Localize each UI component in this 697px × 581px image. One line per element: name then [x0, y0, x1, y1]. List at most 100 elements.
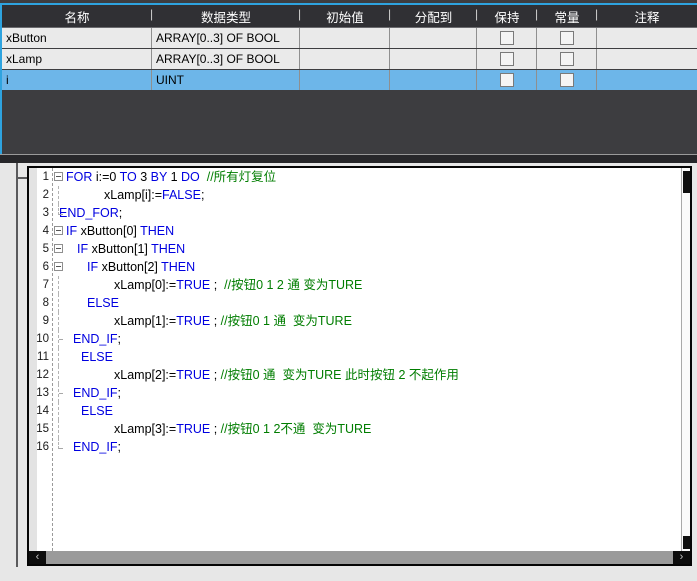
cell-name[interactable]: xLamp	[2, 49, 152, 69]
cell-comment[interactable]	[597, 49, 697, 69]
retain-checkbox[interactable]	[500, 31, 514, 45]
constant-checkbox[interactable]	[560, 52, 574, 66]
retain-checkbox[interactable]	[500, 73, 514, 87]
table-row[interactable]: xLampARRAY[0..3] OF BOOL	[2, 49, 697, 70]
code-text: ELSE	[81, 348, 113, 366]
code-line-content: xLamp[0]:=TRUE ; //按钮0 1 2 通 变为TURE	[52, 276, 681, 294]
column-header[interactable]: | 数据类型	[152, 5, 300, 27]
fold-collapse-icon[interactable]	[54, 262, 63, 271]
cell-retain	[477, 70, 537, 90]
code-line-content: xLamp[2]:=TRUE ; //按钮0 通 变为TURE 此时按钮 2 不…	[52, 366, 681, 384]
code-line[interactable]: 9xLamp[1]:=TRUE ; //按钮0 1 通 变为TURE	[29, 312, 681, 330]
column-separator: |	[150, 7, 153, 21]
keyword-token: TRUE	[176, 368, 210, 382]
code-token: ;	[210, 278, 224, 292]
fold-collapse-icon[interactable]	[54, 226, 63, 235]
column-header[interactable]: |常量	[537, 5, 597, 27]
column-header[interactable]: |保持	[477, 5, 537, 27]
st-code-editor[interactable]: 1FOR i:=0 TO 3 BY 1 DO //所有灯复位2xLamp[i]:…	[27, 166, 692, 566]
fold-collapse-icon[interactable]	[54, 244, 63, 253]
code-line-content: END_IF;	[52, 384, 681, 402]
cell-assigned-to[interactable]	[390, 49, 477, 69]
fold-guide-line	[58, 294, 59, 312]
cell-data-type[interactable]: UINT	[152, 70, 300, 90]
cell-constant	[537, 70, 597, 90]
scroll-left-button[interactable]: ‹	[29, 551, 46, 564]
fold-guide-line	[58, 402, 59, 420]
horizontal-scrollbar-track[interactable]	[46, 551, 673, 564]
cell-data-type[interactable]: ARRAY[0..3] OF BOOL	[152, 49, 300, 69]
code-text: IF xButton[0] THEN	[66, 222, 174, 240]
cell-initial-value[interactable]	[300, 49, 390, 69]
fold-collapse-icon[interactable]	[54, 172, 63, 181]
column-header[interactable]: 名称	[2, 5, 152, 27]
comment-token: //按钮0 通 变为TURE 此时按钮 2 不起作用	[221, 368, 459, 382]
column-header-label: 保持	[494, 7, 519, 26]
keyword-token: ELSE	[81, 350, 113, 364]
code-line-content: END_IF;	[52, 330, 681, 348]
declaration-panel: 名称|数据类型|初始值|分配到|保持|常量|注释 xButtonARRAY[0.…	[0, 0, 697, 154]
code-line[interactable]: 1FOR i:=0 TO 3 BY 1 DO //所有灯复位	[29, 168, 681, 186]
constant-checkbox[interactable]	[560, 73, 574, 87]
code-text: xLamp[0]:=TRUE ; //按钮0 1 2 通 变为TURE	[114, 276, 362, 294]
code-line[interactable]: 3END_FOR;	[29, 204, 681, 222]
code-line-content: IF xButton[1] THEN	[52, 240, 681, 258]
keyword-token: IF	[66, 224, 77, 238]
code-line[interactable]: 12xLamp[2]:=TRUE ; //按钮0 通 变为TURE 此时按钮 2…	[29, 366, 681, 384]
code-token: xLamp[i]:=	[104, 188, 162, 202]
code-token: ;	[210, 314, 220, 328]
comment-token: //按钮0 1 2不通 变为TURE	[221, 422, 372, 436]
line-number: 7	[29, 276, 52, 294]
fold-end-mark	[58, 438, 63, 449]
table-row[interactable]: xButtonARRAY[0..3] OF BOOL	[2, 28, 697, 49]
cell-assigned-to[interactable]	[390, 28, 477, 48]
code-line-content: ELSE	[52, 402, 681, 420]
code-line[interactable]: 5IF xButton[1] THEN	[29, 240, 681, 258]
panel-splitter-band[interactable]	[0, 155, 697, 163]
code-line[interactable]: 14ELSE	[29, 402, 681, 420]
cell-comment[interactable]	[597, 70, 697, 90]
horizontal-scrollbar[interactable]: ‹ ›	[29, 551, 690, 564]
line-number: 9	[29, 312, 52, 330]
code-token: ;	[201, 188, 204, 202]
scroll-down-button[interactable]	[683, 536, 690, 549]
keyword-token: ELSE	[87, 296, 119, 310]
code-line[interactable]: 8ELSE	[29, 294, 681, 312]
code-line[interactable]: 2xLamp[i]:=FALSE;	[29, 186, 681, 204]
cell-assigned-to[interactable]	[390, 70, 477, 90]
code-line[interactable]: 4IF xButton[0] THEN	[29, 222, 681, 240]
constant-checkbox[interactable]	[560, 31, 574, 45]
code-line[interactable]: 16END_IF;	[29, 438, 681, 456]
column-separator: |	[595, 7, 598, 21]
fold-guide-line	[58, 186, 59, 204]
code-line[interactable]: 15xLamp[3]:=TRUE ; //按钮0 1 2不通 变为TURE	[29, 420, 681, 438]
code-token: ;	[117, 440, 120, 454]
column-header[interactable]: |初始值	[300, 5, 390, 27]
keyword-token: IF	[87, 260, 98, 274]
fold-end-mark	[58, 204, 63, 215]
cell-data-type[interactable]: ARRAY[0..3] OF BOOL	[152, 28, 300, 48]
cell-name[interactable]: i	[2, 70, 152, 90]
column-header-label: 数据类型	[201, 7, 251, 26]
cell-initial-value[interactable]	[300, 28, 390, 48]
keyword-token: THEN	[161, 260, 195, 274]
column-header[interactable]: | 注释	[597, 5, 697, 27]
vertical-scrollbar-thumb[interactable]	[683, 171, 690, 193]
code-line[interactable]: 7 xLamp[0]:=TRUE ; //按钮0 1 2 通 变为TURE	[29, 276, 681, 294]
code-line[interactable]: 10END_IF;	[29, 330, 681, 348]
cell-initial-value[interactable]	[300, 70, 390, 90]
scroll-right-button[interactable]: ›	[673, 551, 690, 564]
retain-checkbox[interactable]	[500, 52, 514, 66]
column-header[interactable]: |分配到	[390, 5, 477, 27]
code-line[interactable]: 13END_IF;	[29, 384, 681, 402]
table-row[interactable]: iUINT	[2, 70, 697, 91]
column-header-label: 注释	[634, 7, 659, 26]
column-separator: |	[298, 7, 301, 21]
code-line[interactable]: 6IF xButton[2] THEN	[29, 258, 681, 276]
cell-name[interactable]: xButton	[2, 28, 152, 48]
cell-comment[interactable]	[597, 28, 697, 48]
vertical-scrollbar[interactable]	[681, 168, 690, 551]
keyword-token: FALSE	[162, 188, 201, 202]
code-line[interactable]: 11ELSE	[29, 348, 681, 366]
fold-guide-line	[58, 276, 59, 294]
